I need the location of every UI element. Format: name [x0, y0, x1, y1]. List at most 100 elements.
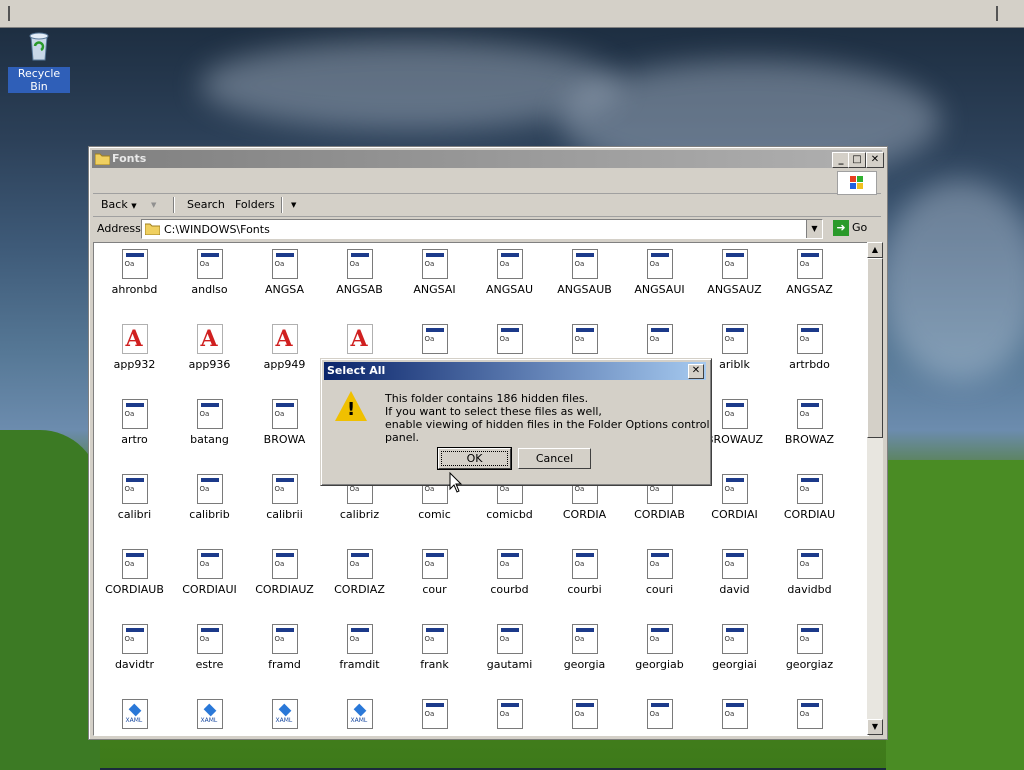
dialog-titlebar[interactable]: Select All ✕: [324, 362, 706, 380]
go-button[interactable]: ➜ Go: [833, 220, 867, 236]
file-item[interactable]: Oa davidbd: [772, 549, 847, 596]
file-item[interactable]: Oa: [622, 324, 697, 358]
file-item[interactable]: Oa georgia: [547, 624, 622, 671]
file-item[interactable]: Oa: [697, 699, 772, 733]
dialog-close-button[interactable]: ✕: [688, 364, 704, 379]
file-item[interactable]: Oa georgiai: [697, 624, 772, 671]
file-item[interactable]: Oa BROWA: [247, 399, 322, 446]
file-item[interactable]: Oa artrbdo: [772, 324, 847, 371]
vertical-scrollbar[interactable]: ▲ ▼: [867, 242, 883, 735]
file-item[interactable]: Oa framdit: [322, 624, 397, 671]
address-value: C:\WINDOWS\Fonts: [164, 223, 270, 236]
truetype-font-icon: Oa: [496, 699, 523, 729]
file-item[interactable]: XAML: [247, 699, 322, 733]
file-item[interactable]: Oa framd: [247, 624, 322, 671]
file-item[interactable]: Oa davidtr: [97, 624, 172, 671]
file-item[interactable]: Oa georgiab: [622, 624, 697, 671]
cancel-button[interactable]: Cancel: [518, 448, 591, 469]
file-item[interactable]: Oa ANGSAZ: [772, 249, 847, 296]
font-icon-text: Oa: [349, 635, 360, 643]
file-item[interactable]: Oa: [622, 699, 697, 733]
file-item[interactable]: Oa ANGSAI: [397, 249, 472, 296]
file-item[interactable]: Oa estre: [172, 624, 247, 671]
font-icon-text: Oa: [574, 485, 585, 493]
file-item[interactable]: Oa ahronbd: [97, 249, 172, 296]
scroll-thumb[interactable]: [867, 258, 883, 438]
file-item[interactable]: Oa georgiaz: [772, 624, 847, 671]
file-item[interactable]: Oa andlso: [172, 249, 247, 296]
font-icon-bar: [725, 478, 744, 482]
file-item[interactable]: Oa: [547, 324, 622, 358]
file-item[interactable]: Aapp932: [97, 324, 172, 371]
scroll-up-button[interactable]: ▲: [867, 242, 883, 258]
file-item[interactable]: Oa calibri: [97, 474, 172, 521]
back-button[interactable]: Back ▼: [101, 198, 137, 211]
file-item[interactable]: Oa courbd: [472, 549, 547, 596]
ok-button[interactable]: OK: [437, 447, 512, 470]
file-item[interactable]: Oa: [397, 699, 472, 733]
file-item[interactable]: A: [322, 324, 397, 358]
file-item[interactable]: XAML: [322, 699, 397, 733]
window-titlebar[interactable]: Fonts _ □ ✕: [92, 150, 884, 168]
file-name: ANGSAU: [485, 283, 534, 296]
scroll-down-button[interactable]: ▼: [867, 719, 883, 735]
dialog-message-line: If you want to select these files as wel…: [385, 405, 602, 418]
recycle-bin-shortcut[interactable]: Recycle Bin: [8, 30, 70, 93]
truetype-font-icon: Oa: [496, 624, 523, 654]
file-item[interactable]: Oa BROWAZ: [772, 399, 847, 446]
file-item[interactable]: Oa CORDIAUI: [172, 549, 247, 596]
file-name: comicbd: [486, 508, 533, 521]
file-item[interactable]: Oa couri: [622, 549, 697, 596]
file-item[interactable]: Oa: [472, 324, 547, 358]
address-dropdown-button[interactable]: ▼: [806, 220, 822, 238]
file-item[interactable]: Oa CORDIAUB: [97, 549, 172, 596]
address-input[interactable]: C:\WINDOWS\Fonts ▼: [141, 219, 823, 239]
file-item[interactable]: Aapp949: [247, 324, 322, 371]
font-icon-text: Oa: [499, 485, 510, 493]
select-all-dialog: Select All ✕ ! This folder contains 186 …: [320, 358, 712, 486]
file-item[interactable]: Aapp936: [172, 324, 247, 371]
file-item[interactable]: Oa: [472, 699, 547, 733]
font-icon-text: Oa: [274, 635, 285, 643]
file-item[interactable]: XAML: [172, 699, 247, 733]
file-item[interactable]: XAML: [97, 699, 172, 733]
file-item[interactable]: Oa ANGSAUI: [622, 249, 697, 296]
file-name: courbi: [567, 583, 602, 596]
truetype-font-icon: Oa: [496, 249, 523, 279]
file-item[interactable]: Oa CORDIAUZ: [247, 549, 322, 596]
file-item[interactable]: Oa batang: [172, 399, 247, 446]
file-item[interactable]: Oa artro: [97, 399, 172, 446]
file-item[interactable]: Oa: [772, 699, 847, 733]
file-item[interactable]: Oa ANGSAUB: [547, 249, 622, 296]
close-button[interactable]: ✕: [866, 152, 884, 168]
xaml-badge: [353, 703, 366, 717]
search-button[interactable]: Search: [187, 198, 225, 211]
file-item[interactable]: Oa frank: [397, 624, 472, 671]
xaml-file-icon: XAML: [121, 699, 148, 729]
truetype-font-icon: Oa: [571, 249, 598, 279]
file-item[interactable]: Oa: [547, 699, 622, 733]
file-item[interactable]: Oa calibrib: [172, 474, 247, 521]
file-item[interactable]: Oa david: [697, 549, 772, 596]
file-item[interactable]: Oa ANGSAU: [472, 249, 547, 296]
forward-dropdown-icon[interactable]: ▼: [151, 201, 156, 209]
file-item[interactable]: Oa cour: [397, 549, 472, 596]
font-icon-text: Oa: [124, 485, 135, 493]
file-item[interactable]: Oa CORDIAZ: [322, 549, 397, 596]
file-item[interactable]: Oa ANGSAB: [322, 249, 397, 296]
file-item[interactable]: Oa calibrii: [247, 474, 322, 521]
font-icon-bar: [200, 628, 219, 632]
folders-button[interactable]: Folders: [235, 198, 275, 211]
file-item[interactable]: Oa ANGSA: [247, 249, 322, 296]
file-item[interactable]: Oa ANGSAUZ: [697, 249, 772, 296]
file-item[interactable]: Oa courbi: [547, 549, 622, 596]
file-name: couri: [645, 583, 674, 596]
file-item[interactable]: Oa gautami: [472, 624, 547, 671]
warning-exclamation: !: [347, 399, 356, 420]
file-item[interactable]: Oa: [397, 324, 472, 358]
views-dropdown-icon[interactable]: ▼: [291, 201, 296, 209]
maximize-button[interactable]: □: [848, 152, 866, 168]
truetype-font-icon: Oa: [646, 324, 673, 354]
file-item[interactable]: Oa CORDIAU: [772, 474, 847, 521]
xaml-file-icon: XAML: [196, 699, 223, 729]
